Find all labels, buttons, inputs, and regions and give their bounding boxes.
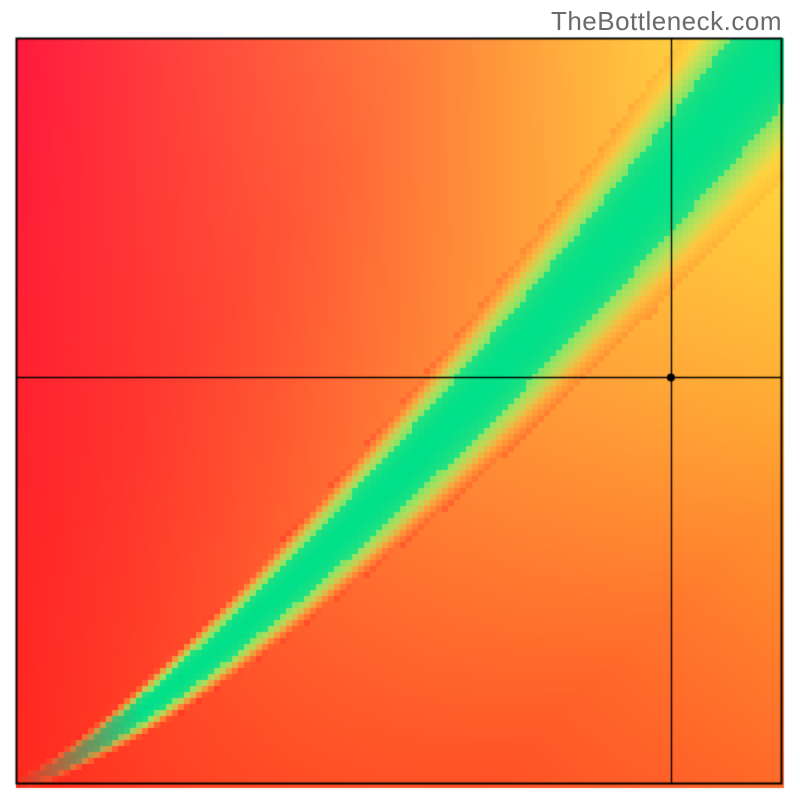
watermark-text: TheBottleneck.com (551, 6, 782, 37)
overlay-canvas (0, 0, 800, 800)
